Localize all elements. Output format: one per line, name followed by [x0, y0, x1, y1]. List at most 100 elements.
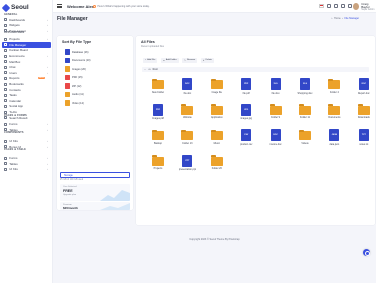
- moon-icon[interactable]: [341, 4, 345, 8]
- chevron-right-icon: ›: [47, 167, 48, 172]
- file-name: data.json: [329, 142, 340, 146]
- file-type-row[interactable]: Documents (10): [65, 57, 105, 64]
- file-item[interactable]: CSV product.csv: [232, 128, 260, 148]
- sidebar-item-file-manager[interactable]: File Manager: [2, 42, 51, 48]
- sidebar-item-icon: [4, 82, 7, 86]
- add-folder-button[interactable]: ▭ Add Folder: [160, 58, 179, 63]
- file-item[interactable]: DOC invoice.doc: [262, 128, 290, 148]
- sidebar-item-dashboards[interactable]: Dashboards ›: [2, 17, 51, 23]
- sidebar-item-users[interactable]: Users ›: [2, 70, 51, 76]
- file-type-row[interactable]: ZIP (12): [65, 83, 105, 89]
- folder-item[interactable]: Website: [173, 103, 201, 123]
- file-type-row[interactable]: Database (16): [65, 49, 105, 55]
- file-item[interactable]: JPG images.jpg: [232, 103, 260, 123]
- rename-button[interactable]: ✎ Rename: [182, 58, 198, 63]
- file-name: Folder 13: [182, 141, 193, 145]
- folder-item[interactable]: Projects: [144, 154, 172, 174]
- bookmark-icon[interactable]: [334, 4, 338, 8]
- file-extension: PDF: [156, 108, 160, 111]
- file-type-row[interactable]: Audio (11): [65, 91, 105, 98]
- file-item[interactable]: DOC Report.doc: [350, 77, 376, 97]
- file-type-icon: [65, 74, 70, 81]
- folder-icon: [328, 104, 341, 115]
- file-item[interactable]: XLS Shopping.xlsx: [291, 77, 319, 97]
- file-type-label: PDF (15): [72, 76, 83, 79]
- sidebar-item-ui-kits[interactable]: UI Kits ›: [2, 167, 51, 173]
- file-type-row[interactable]: PDF (15): [65, 74, 105, 81]
- folder-item[interactable]: Folder 9: [262, 103, 290, 123]
- sidebar-item-label: Users: [9, 70, 17, 75]
- file-item[interactable]: PDF file.pdf: [232, 77, 260, 97]
- path-text: Root: [152, 68, 158, 71]
- file-extension: TXT: [361, 134, 366, 136]
- file-name: images.jpg: [240, 117, 252, 120]
- folder-item[interactable]: Image file: [203, 77, 231, 97]
- file-item[interactable]: DOC file.doc: [173, 77, 201, 97]
- sidebar-item-page-layout[interactable]: Page Layout ›: [2, 28, 51, 34]
- file-name: Images.pdf: [152, 117, 164, 120]
- file-actions: + Add File ▭ Add Folder ✎ Rename ✕ Delete: [143, 58, 214, 63]
- breadcrumb-home[interactable]: Home: [334, 17, 341, 20]
- folder-item[interactable]: Folder 11: [291, 103, 319, 123]
- folder-item[interactable]: Folder 20: [203, 154, 231, 174]
- settings-fab-icon[interactable]: [363, 249, 370, 256]
- sidebar-item-search-result[interactable]: Search Result: [2, 115, 51, 121]
- file-item[interactable]: TXT notes.txt: [350, 128, 376, 148]
- folder-icon: [210, 155, 223, 166]
- folder-item[interactable]: Videos: [291, 128, 319, 148]
- folder-item[interactable]: Music: [203, 128, 231, 148]
- file-item[interactable]: XLS file.xlsx: [262, 77, 290, 97]
- file-item[interactable]: PDF Images.pdf: [144, 103, 172, 123]
- sidebar-item-icon: [4, 116, 7, 120]
- document-icon: XLS: [300, 78, 310, 90]
- sidebar-item-contacts[interactable]: Contacts: [2, 87, 51, 93]
- document-icon: DOC: [358, 78, 369, 90]
- sidebar-item-tables[interactable]: Tables ›: [2, 127, 51, 133]
- sidebar-item-label: Ecommerce: [9, 54, 25, 59]
- file-extension: PPT: [185, 159, 190, 162]
- folder-item[interactable]: New Folder: [144, 77, 172, 97]
- file-item[interactable]: JSON data.json: [320, 128, 348, 148]
- file-type-icon: [65, 83, 70, 89]
- delete-label: Delete: [205, 59, 212, 62]
- search-icon[interactable]: [327, 4, 331, 8]
- sidebar-item-bonus-ui[interactable]: Bonus UI ›: [2, 144, 51, 150]
- file-type-label: Audio (11): [72, 93, 84, 96]
- plan-card-free[interactable]: Your Selected FREE Upgrade plan: [60, 184, 130, 201]
- file-item[interactable]: PPT presentation.ppt: [173, 154, 201, 174]
- chevron-right-icon: ›: [47, 70, 48, 75]
- sidebar-item-icon: [4, 76, 7, 80]
- folder-item[interactable]: Application: [203, 103, 231, 123]
- logo[interactable]: Seoul: [1, 3, 29, 12]
- folder-item[interactable]: Downloads: [350, 103, 376, 123]
- sidebar-item-tables[interactable]: Tables ›: [2, 161, 51, 167]
- sidebar-item-icon: [4, 93, 7, 97]
- language-flag-icon[interactable]: [319, 4, 324, 8]
- folder-icon: [181, 129, 194, 140]
- file-type-row[interactable]: Images (20): [65, 66, 105, 72]
- folder-icon: [210, 129, 223, 140]
- folder-item[interactable]: Folder 13: [173, 128, 201, 148]
- sidebar-item-label: Kanban Board: [9, 48, 28, 53]
- delete-button[interactable]: ✕ Delete: [200, 58, 214, 63]
- user-profile[interactable]: Craig Baylor Super Admin: [353, 2, 376, 11]
- back-arrow-icon[interactable]: ←: [144, 68, 146, 71]
- folder-item[interactable]: Backup: [144, 128, 172, 148]
- folder-item[interactable]: Folder 4: [320, 77, 348, 97]
- file-name: Downloads: [357, 116, 370, 119]
- plan-chart-icon: [100, 203, 130, 210]
- add-file-button[interactable]: + Add File: [143, 58, 158, 63]
- announcement: Here's What's happening with your store …: [93, 4, 150, 8]
- notification-icon[interactable]: [348, 4, 352, 8]
- file-type-row[interactable]: Video (12): [65, 100, 105, 106]
- all-files-subtitle: Recent uploaded files: [141, 45, 164, 48]
- plan-card-premium[interactable]: Premium $20/month: [60, 202, 130, 210]
- sidebar-item-calendar[interactable]: Calendar: [2, 98, 51, 104]
- storage-button[interactable]: Storage: [60, 172, 130, 178]
- home-icon[interactable]: ⌂: [331, 17, 333, 20]
- hamburger-menu-icon[interactable]: [57, 4, 62, 8]
- file-name: presentation.ppt: [178, 168, 196, 171]
- folder-item[interactable]: Documents: [320, 103, 348, 123]
- sidebar-item-mail-box[interactable]: Mail Box: [2, 59, 51, 65]
- sidebar-item-icon: [4, 99, 7, 103]
